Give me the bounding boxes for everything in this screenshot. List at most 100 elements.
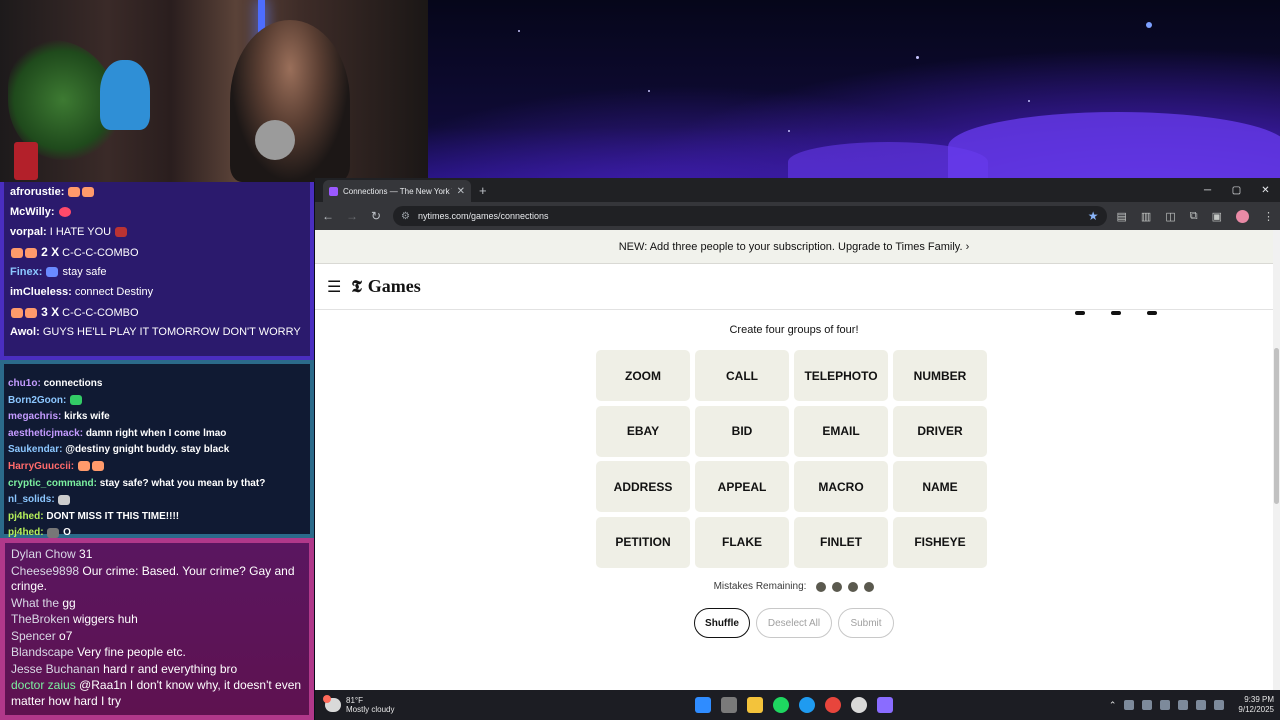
microphone (255, 120, 295, 160)
site-info-icon[interactable]: ⚙ (401, 211, 410, 222)
chat-user: vorpal: (10, 226, 47, 238)
taskbar-app-icon[interactable] (721, 697, 737, 713)
connections-board: Create four groups of four! ZOOM CALL TE… (315, 310, 1273, 690)
reload-icon[interactable]: ↻ (369, 209, 383, 223)
combo-line: 3 X C-C-C-COMBO (10, 302, 304, 322)
page-scrollbar[interactable] (1273, 230, 1280, 690)
stream-screen: afrorustie: McWilly: vorpal: I HATE YOU … (0, 0, 1280, 720)
extension-icon[interactable]: ▥ (1141, 210, 1151, 223)
chat-line: Saukendar: @destiny gnight buddy. stay b… (8, 442, 306, 459)
taskbar-app-icon[interactable] (773, 697, 789, 713)
address-bar[interactable]: ⚙ nytimes.com/games/connections ★ (393, 206, 1107, 226)
word-tile[interactable]: DRIVER (893, 405, 987, 457)
word-tile[interactable]: NUMBER (893, 350, 987, 401)
chat-message: o7 (59, 628, 73, 643)
url-text[interactable]: nytimes.com/games/connections (418, 211, 1080, 221)
taskbar-app-icon[interactable] (799, 697, 815, 713)
word-tile[interactable]: BID (695, 405, 789, 457)
word-tile[interactable]: APPEAL (695, 461, 789, 512)
chat-line: Blandscape Very fine people etc. (11, 645, 303, 661)
nyt-games-logo[interactable]: 𝕿 Games (351, 276, 420, 297)
promo-banner[interactable]: NEW: Add three people to your subscripti… (315, 230, 1273, 264)
maximize-button[interactable]: ▢ (1222, 178, 1251, 202)
mistake-dot (816, 581, 827, 592)
taskbar-app-icon[interactable] (877, 697, 893, 713)
word-tile[interactable]: FISHEYE (893, 516, 987, 568)
minimize-button[interactable]: ─ (1193, 178, 1222, 202)
word-tile[interactable]: PETITION (596, 516, 690, 568)
chat-line: Jesse Buchanan hard r and everything bro (11, 662, 303, 678)
chat-user: What the (11, 595, 60, 610)
chat-user: imClueless: (10, 286, 72, 298)
mistake-dot (848, 581, 859, 592)
new-tab-button[interactable]: + (479, 180, 487, 202)
clock-time: 9:39 PM (1244, 695, 1274, 704)
chat-line: McWilly: (10, 202, 304, 222)
taskbar-app-icon[interactable] (747, 697, 763, 713)
tray-icon[interactable] (1160, 700, 1171, 710)
hamburger-menu-icon[interactable]: ☰ (327, 277, 341, 297)
chat-line: Dylan Chow 31 (11, 547, 303, 563)
tray-icon[interactable] (1142, 700, 1153, 710)
streamer (230, 20, 350, 182)
word-tile[interactable]: CALL (695, 350, 789, 401)
extension-icon[interactable]: ▤ (1117, 210, 1127, 223)
bookmark-star-icon[interactable]: ★ (1088, 209, 1099, 223)
taskbar-app-icon[interactable] (695, 697, 711, 713)
word-tile[interactable]: EMAIL (794, 405, 888, 457)
taskbar-app-icon[interactable] (825, 697, 841, 713)
deselect-all-button[interactable]: Deselect All (756, 608, 832, 638)
word-tile[interactable]: NAME (893, 461, 987, 512)
chat-user: Awol: (10, 326, 40, 338)
profile-avatar[interactable] (1236, 209, 1249, 223)
nyt-logo-mark: 𝕿 (351, 276, 362, 296)
close-window-button[interactable]: ✕ (1251, 178, 1280, 202)
webcam-feed (0, 0, 428, 182)
weather-widget[interactable]: 81°F Mostly cloudy (315, 695, 575, 714)
chat-user: Blandscape (11, 645, 74, 659)
chat-user: HarryGuuccii: (8, 460, 75, 472)
chat-message: @destiny gnight buddy. stay black (65, 444, 230, 456)
word-tile[interactable]: ZOOM (596, 350, 690, 401)
chat-line: TheBroken wiggers huh (11, 612, 303, 628)
back-arrow-icon[interactable]: ← (321, 209, 335, 223)
mistakes-remaining: Mistakes Remaining: (315, 581, 1273, 592)
close-tab-icon[interactable]: ✕ (457, 186, 465, 197)
extension-icon[interactable]: ◫ (1165, 210, 1175, 223)
system-clock[interactable]: 9:39 PM 9/12/2025 (1232, 695, 1274, 715)
word-tile[interactable]: MACRO (794, 461, 888, 512)
tray-icon[interactable] (1124, 700, 1135, 710)
kebab-menu-icon[interactable]: ⋮ (1263, 210, 1274, 223)
mistake-dot (832, 581, 843, 592)
chat-user: Finex: (10, 266, 43, 278)
word-tile[interactable]: EBAY (596, 405, 690, 457)
tray-chevron-icon[interactable]: ⌃ (1109, 700, 1117, 711)
extensions-puzzle-icon[interactable]: ⧉ (1190, 210, 1198, 223)
word-tile[interactable]: TELEPHOTO (794, 350, 888, 401)
scrollbar-thumb[interactable] (1274, 348, 1279, 504)
chat-line: What the gg (11, 596, 303, 612)
volume-icon[interactable] (1214, 700, 1225, 710)
cloudy-weather-icon (323, 695, 341, 712)
word-tile[interactable]: ADDRESS (596, 461, 690, 512)
chat-line: Finex: stay safe (10, 262, 304, 282)
chat-user: aestheticjmack: (8, 427, 84, 439)
word-tile[interactable]: FINLET (794, 516, 888, 568)
chat-user: afrorustie: (10, 186, 65, 198)
network-icon[interactable] (1196, 700, 1207, 710)
tray-icon[interactable] (1178, 700, 1189, 710)
submit-button[interactable]: Submit (838, 608, 894, 638)
taskbar-app-icon[interactable] (851, 697, 867, 713)
chat-user: Jesse Buchanan (11, 661, 100, 676)
chat-message: wiggers huh (73, 612, 138, 626)
sidepanel-icon[interactable]: ▣ (1212, 210, 1222, 223)
forward-arrow-icon[interactable]: → (345, 209, 359, 223)
shuffle-button[interactable]: Shuffle (694, 608, 750, 638)
chat-user: McWilly: (10, 206, 55, 218)
word-tile[interactable]: FLAKE (695, 516, 789, 568)
chat-line: megachris: kirks wife (8, 409, 306, 426)
chat-user: Dylan Chow (11, 547, 76, 561)
chat-message: GUYS HE'LL PLAY IT TOMORROW DON'T WORRY (42, 326, 301, 338)
chat-message: stay safe? what you mean by that? (99, 477, 266, 489)
tab-connections[interactable]: Connections — The New York T ✕ (323, 180, 471, 202)
